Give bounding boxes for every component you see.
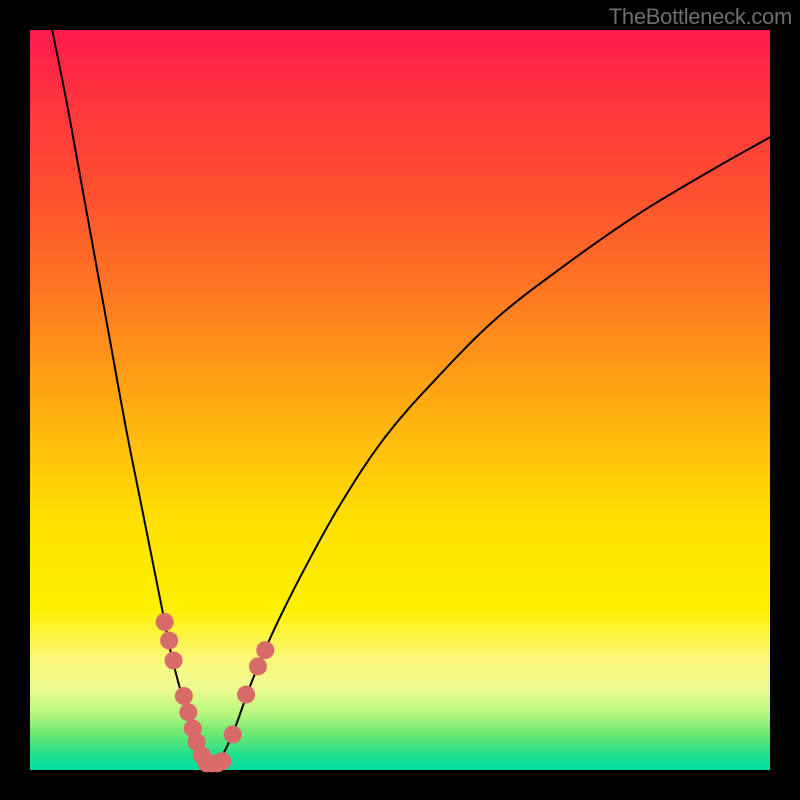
data-marker (256, 641, 274, 659)
chart-svg (30, 30, 770, 770)
curve-left-curve (52, 30, 207, 766)
chart-plot-area (30, 30, 770, 770)
data-marker (165, 651, 183, 669)
curve-right-curve (215, 137, 770, 765)
data-marker (249, 657, 267, 675)
data-marker (213, 752, 231, 770)
data-marker (160, 632, 178, 650)
watermark-text: TheBottleneck.com (609, 4, 792, 30)
chart-frame: TheBottleneck.com (0, 0, 800, 800)
data-marker (175, 687, 193, 705)
data-marker (156, 613, 174, 631)
chart-curves (52, 30, 770, 766)
data-marker (237, 686, 255, 704)
chart-markers (156, 613, 275, 772)
data-marker (224, 725, 242, 743)
data-marker (179, 703, 197, 721)
